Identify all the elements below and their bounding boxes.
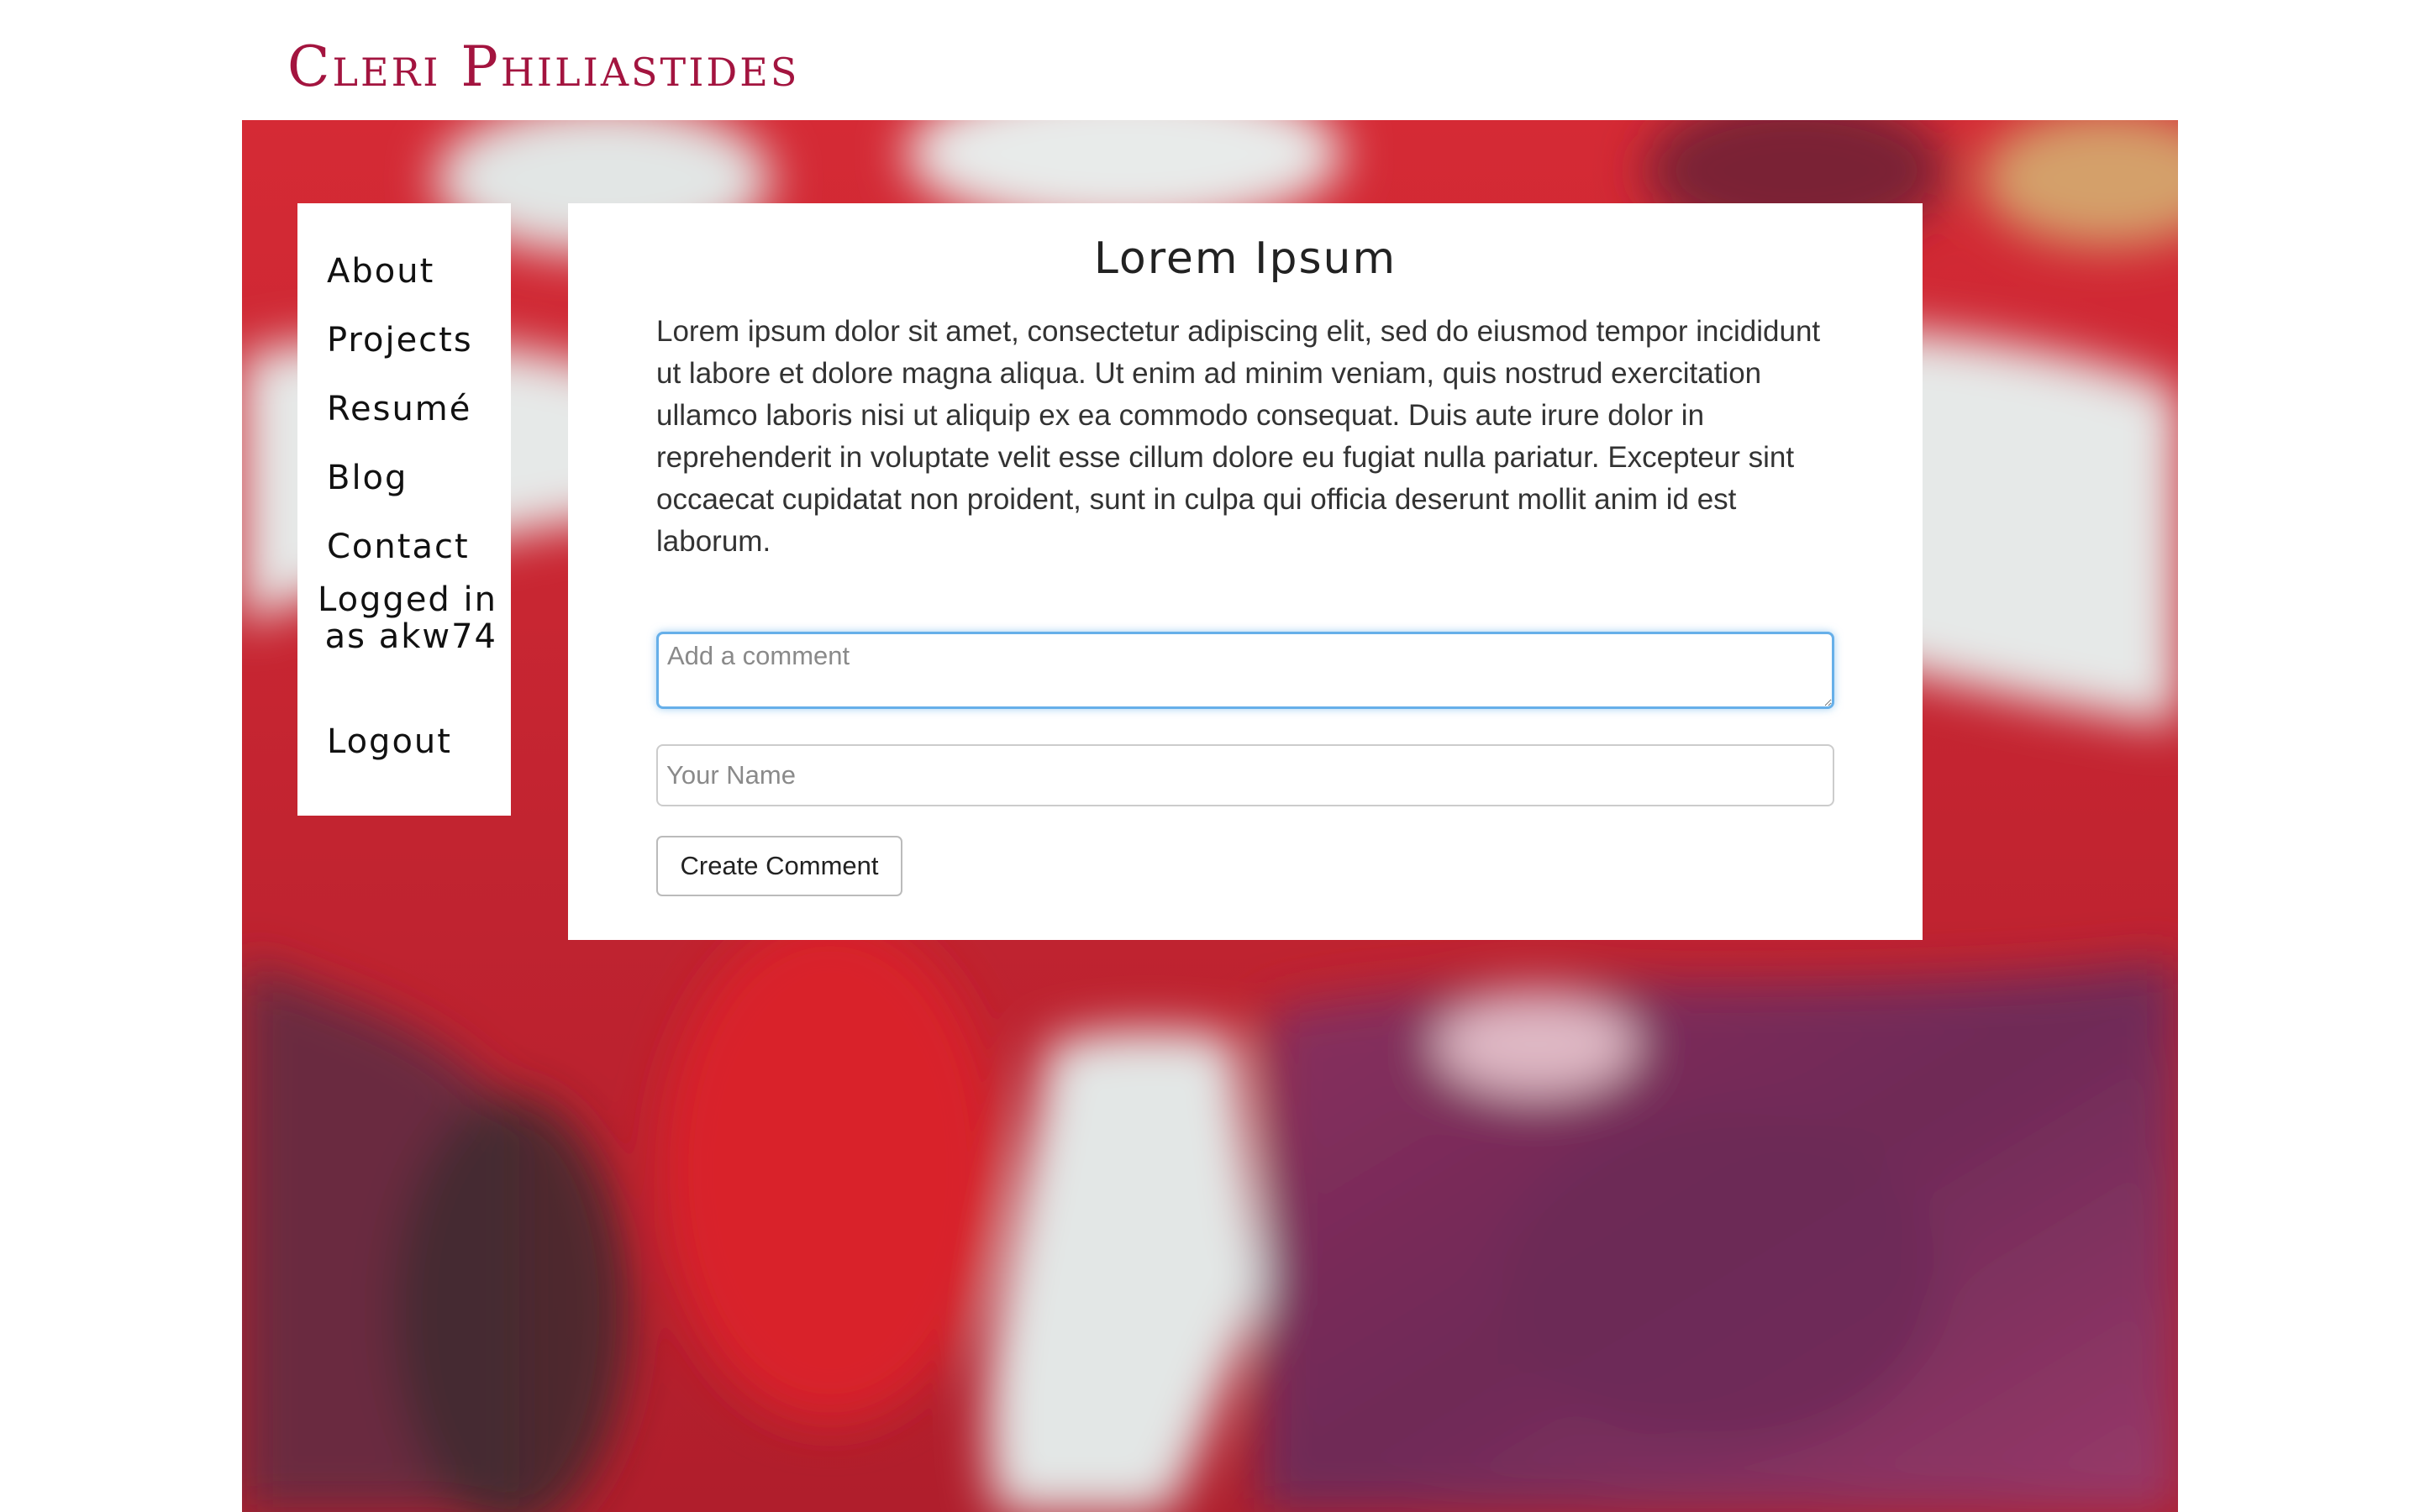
- nav-item-blog[interactable]: Blog: [327, 459, 408, 497]
- post-title: Lorem Ipsum: [1093, 234, 1397, 284]
- create-comment-button[interactable]: Create Comment: [656, 836, 902, 896]
- logged-in-status: Logged in as akw74: [317, 580, 497, 656]
- nav-item-about[interactable]: About: [327, 252, 434, 291]
- post-body: Lorem ipsum dolor sit amet, consectetur …: [656, 315, 1821, 558]
- name-input[interactable]: [656, 744, 1834, 806]
- comment-textarea[interactable]: [656, 632, 1834, 709]
- sidebar-nav: About Projects Resumé Blog Contact Logge…: [297, 203, 511, 816]
- site-title[interactable]: Cleri Philiastides: [287, 34, 799, 101]
- nav-item-projects[interactable]: Projects: [327, 321, 473, 360]
- nav-item-contact[interactable]: Contact: [327, 528, 470, 566]
- site-header: Cleri Philiastides: [0, 0, 2420, 120]
- nav-item-resume[interactable]: Resumé: [327, 390, 471, 428]
- logout-link[interactable]: Logout: [327, 722, 452, 761]
- post-panel: Lorem Ipsum Lorem ipsum dolor sit amet, …: [568, 203, 1923, 940]
